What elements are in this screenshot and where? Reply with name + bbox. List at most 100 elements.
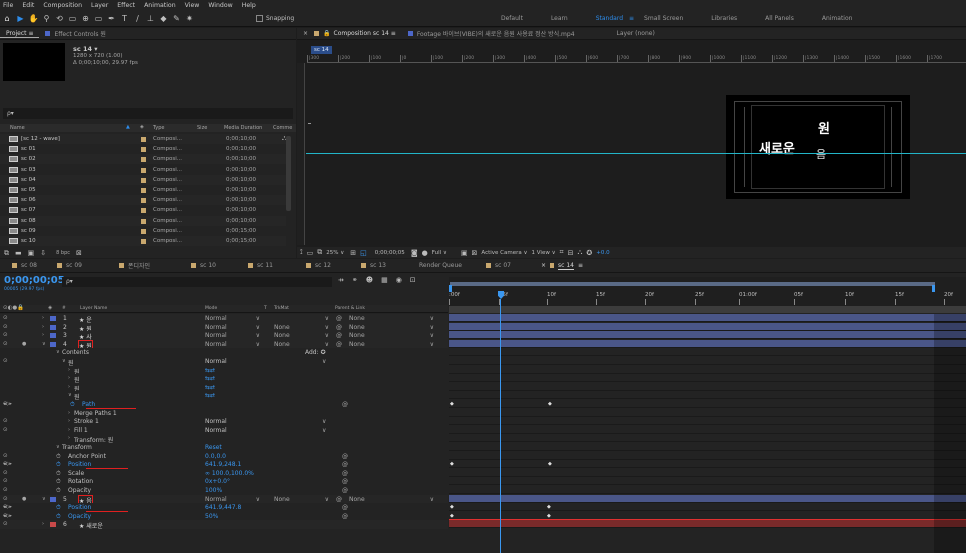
property-track[interactable]	[449, 408, 966, 417]
workspace-learn[interactable]: Learn	[551, 15, 568, 22]
eye-icon[interactable]: ⊙	[3, 418, 8, 424]
pen-tool-icon[interactable]: ✒	[105, 12, 118, 25]
property-value[interactable]: Normal	[205, 418, 227, 425]
interpret-footage-icon[interactable]: ⧉	[4, 249, 9, 258]
timeline-tab[interactable]: 폰디자인	[107, 261, 179, 270]
property-track[interactable]	[449, 374, 966, 383]
snapshot-icon[interactable]: ◙	[411, 249, 418, 257]
project-item[interactable]: [sc 12 - wave] Composi... 0;00;10;00	[0, 134, 286, 144]
project-search-input[interactable]: ρ▾	[3, 108, 293, 119]
close-tab-icon[interactable]: ×	[297, 30, 314, 37]
parent-select[interactable]: None ∨	[349, 324, 434, 331]
column-name[interactable]: Name	[10, 125, 25, 131]
column-type[interactable]: Type	[153, 125, 164, 131]
property-name[interactable]: Opacity	[68, 513, 91, 520]
parent-select[interactable]: None ∨	[349, 496, 434, 503]
keyframe-navigator-icon[interactable]: ◂◇▸	[3, 461, 12, 467]
pan-behind-tool-icon[interactable]: ⊕	[79, 12, 92, 25]
property-track[interactable]	[449, 468, 966, 477]
mode-select[interactable]: Normal ∨	[205, 315, 260, 322]
property-value[interactable]: Normal	[205, 358, 227, 365]
eye-icon[interactable]: ⊙	[3, 453, 8, 459]
panel-menu-icon[interactable]: ≡	[578, 262, 583, 269]
column-parent[interactable]: Parent & Link	[335, 306, 365, 311]
menu-animation[interactable]: Animation	[144, 2, 176, 9]
property-value[interactable]: ⇆⇄	[205, 392, 215, 399]
label-color-swatch[interactable]	[141, 147, 146, 153]
label-column-icon[interactable]: ◈	[140, 124, 144, 130]
property-row[interactable]: ∨ Transform Reset	[0, 443, 448, 452]
property-row[interactable]: › Transform: 원	[0, 434, 448, 444]
property-name[interactable]: Rotation	[68, 478, 93, 485]
view-layout-select[interactable]: 1 View ∨	[532, 250, 556, 256]
property-track[interactable]	[449, 477, 966, 486]
tab-project[interactable]: Project ≡	[0, 30, 40, 38]
project-item[interactable]: sc 01 Composi... 0;00;10;00	[0, 144, 286, 155]
keyframe-icon[interactable]: ◆	[547, 504, 551, 510]
solo-dot-icon[interactable]: ●	[22, 496, 26, 502]
project-item[interactable]: sc 08 Composi... 0;00;10;00	[0, 215, 286, 226]
expand-icon[interactable]: ∨	[56, 444, 60, 450]
tab-layer[interactable]: Layer (none)	[611, 30, 661, 37]
timeline-tab[interactable]: Render Queue	[407, 262, 474, 269]
property-row[interactable]: ∨ Contents Add: ✪	[0, 348, 448, 358]
label-color-swatch[interactable]	[141, 218, 146, 224]
property-name[interactable]: Path	[82, 401, 95, 408]
property-row[interactable]: › 원 ⇆⇄	[0, 382, 448, 393]
property-name[interactable]: Position	[68, 461, 91, 468]
resolution-grid-icon[interactable]: ⊞	[350, 249, 356, 257]
property-track[interactable]	[449, 503, 966, 512]
tab-effect-controls[interactable]: Effect Controls 원	[39, 29, 111, 38]
property-name[interactable]: Anchor Point	[68, 453, 106, 460]
keyframe-navigator-icon[interactable]: ◂◇▸	[3, 401, 12, 407]
comp-breadcrumb[interactable]: sc 14	[311, 46, 332, 54]
exposure-value[interactable]: +0.0	[596, 250, 609, 256]
keyframe-icon[interactable]: ◆	[450, 504, 454, 510]
property-row[interactable]: ⊙ ⏱ Anchor Point 0.0,0.0 @	[0, 451, 448, 461]
menu-layer[interactable]: Layer	[91, 2, 108, 9]
parent-select[interactable]: None ∨	[349, 341, 434, 348]
project-item[interactable]: sc 02 Composi... 0;00;10;00	[0, 154, 286, 165]
mode-dropdown-icon[interactable]: ∨	[322, 358, 326, 365]
keyframe-icon[interactable]: ◆	[548, 461, 552, 467]
eraser-tool-icon[interactable]: ◆	[157, 12, 170, 25]
property-row[interactable]: ⊙ ⏱ Scale ∞ 100.0,100.0% @	[0, 468, 448, 478]
number-header-icon[interactable]: #	[62, 306, 66, 311]
layer-duration-bar[interactable]	[449, 322, 966, 331]
project-item[interactable]: sc 10 Composi... 0;00;15;00	[0, 236, 286, 246]
expand-icon[interactable]: ∨	[62, 358, 66, 364]
property-row[interactable]: ⊙ ◂◇▸ ⏱ Opacity 50% @	[0, 511, 448, 521]
property-value[interactable]: ⇆⇄	[205, 384, 215, 391]
property-track[interactable]	[449, 348, 966, 357]
project-item[interactable]: sc 03 Composi... 0;00;10;00	[0, 164, 286, 175]
parent-pickwhip-icon[interactable]: @	[336, 332, 342, 339]
column-comment[interactable]: Comme	[273, 125, 292, 131]
property-track[interactable]	[449, 425, 966, 434]
property-value[interactable]: ∞ 100.0,100.0%	[205, 470, 254, 477]
property-track[interactable]	[449, 451, 966, 460]
region-of-interest-icon[interactable]: ◱	[360, 249, 367, 257]
layer-duration-bar[interactable]	[449, 520, 966, 529]
label-color-swatch[interactable]	[141, 228, 146, 234]
parent-pickwhip-icon[interactable]: @	[336, 496, 342, 503]
timeline-tab[interactable]: sc 07	[474, 262, 529, 269]
layer-duration-bar[interactable]	[449, 494, 966, 503]
eye-icon[interactable]: ⊙	[3, 324, 8, 330]
workspace-libraries[interactable]: Libraries	[711, 15, 737, 22]
property-track[interactable]	[449, 365, 966, 374]
expand-icon[interactable]: ›	[68, 427, 70, 433]
layer-label-swatch[interactable]	[50, 341, 56, 347]
flowchart-icon[interactable]: ⇩	[40, 249, 46, 257]
type-tool-icon[interactable]: T	[118, 12, 131, 25]
property-value[interactable]: 641.9,447.8	[205, 504, 241, 511]
parent-pickwhip-icon[interactable]: @	[336, 341, 342, 348]
menu-window[interactable]: Window	[208, 2, 232, 9]
timeline-link-icon[interactable]: ⊟	[568, 249, 574, 257]
keyframe-navigator-icon[interactable]: ◂◇▸	[3, 504, 12, 510]
reset-exposure-icon[interactable]: ✪	[586, 249, 592, 257]
show-channel-icon[interactable]: ●	[422, 249, 428, 257]
property-name[interactable]: Opacity	[68, 487, 91, 494]
expand-layer-icon[interactable]: ›	[42, 315, 44, 321]
mode-dropdown-icon[interactable]: ∨	[322, 418, 326, 425]
menu-view[interactable]: View	[185, 2, 200, 9]
